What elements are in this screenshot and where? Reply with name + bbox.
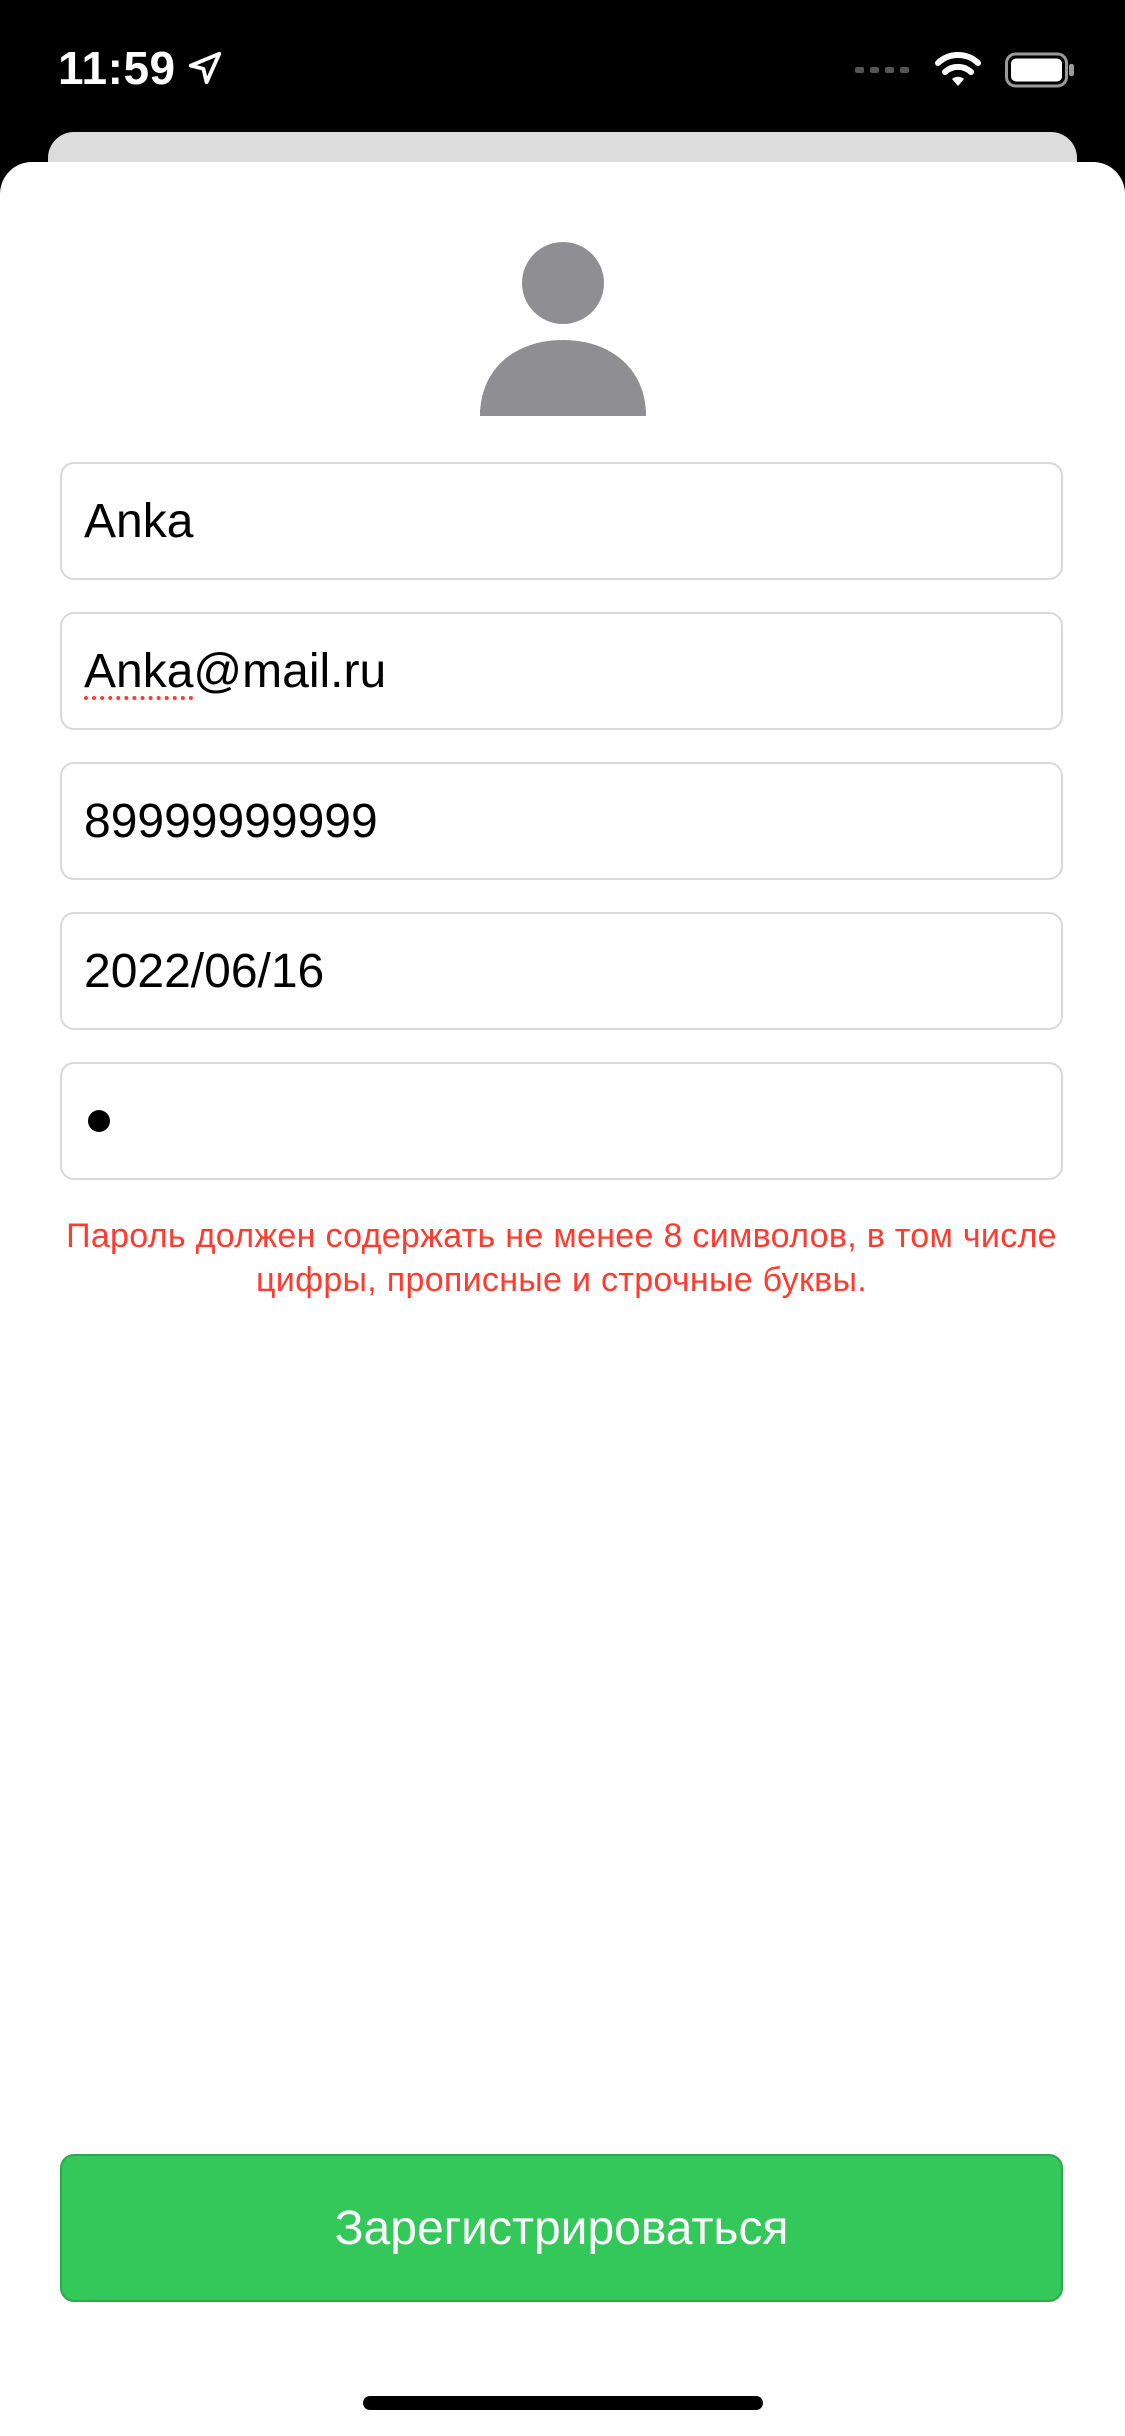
email-field-value: Anka@mail.ru — [84, 644, 386, 699]
wifi-icon — [935, 52, 981, 88]
battery-icon — [1005, 52, 1075, 88]
name-field-value: Anka — [84, 494, 194, 548]
password-mask-dot — [88, 1110, 110, 1132]
status-bar: 11:59 — [0, 0, 1125, 132]
person-placeholder-icon[interactable] — [480, 240, 646, 416]
email-field[interactable]: Anka@mail.ru — [60, 612, 1063, 730]
phone-field[interactable]: 89999999999 — [60, 762, 1063, 880]
status-time-group: 11:59 — [58, 40, 224, 96]
birthdate-field-value: 2022/06/16 — [84, 944, 325, 998]
email-user-part: Anka — [84, 644, 194, 698]
phone-field-value: 89999999999 — [84, 794, 378, 848]
birthdate-field[interactable]: 2022/06/16 — [60, 912, 1063, 1030]
password-field[interactable] — [60, 1062, 1063, 1180]
name-field[interactable]: Anka — [60, 462, 1063, 580]
password-error-message: Пароль должен содержать не менее 8 симво… — [66, 1217, 1057, 1299]
home-indicator[interactable] — [363, 2396, 763, 2410]
register-button[interactable]: Зарегистрироваться — [60, 2154, 1063, 2302]
status-indicators — [855, 48, 1075, 92]
location-arrow-icon — [186, 49, 224, 87]
status-time: 11:59 — [58, 42, 176, 94]
email-domain-part: @mail.ru — [193, 644, 387, 698]
cellular-signal-icon — [855, 63, 909, 77]
